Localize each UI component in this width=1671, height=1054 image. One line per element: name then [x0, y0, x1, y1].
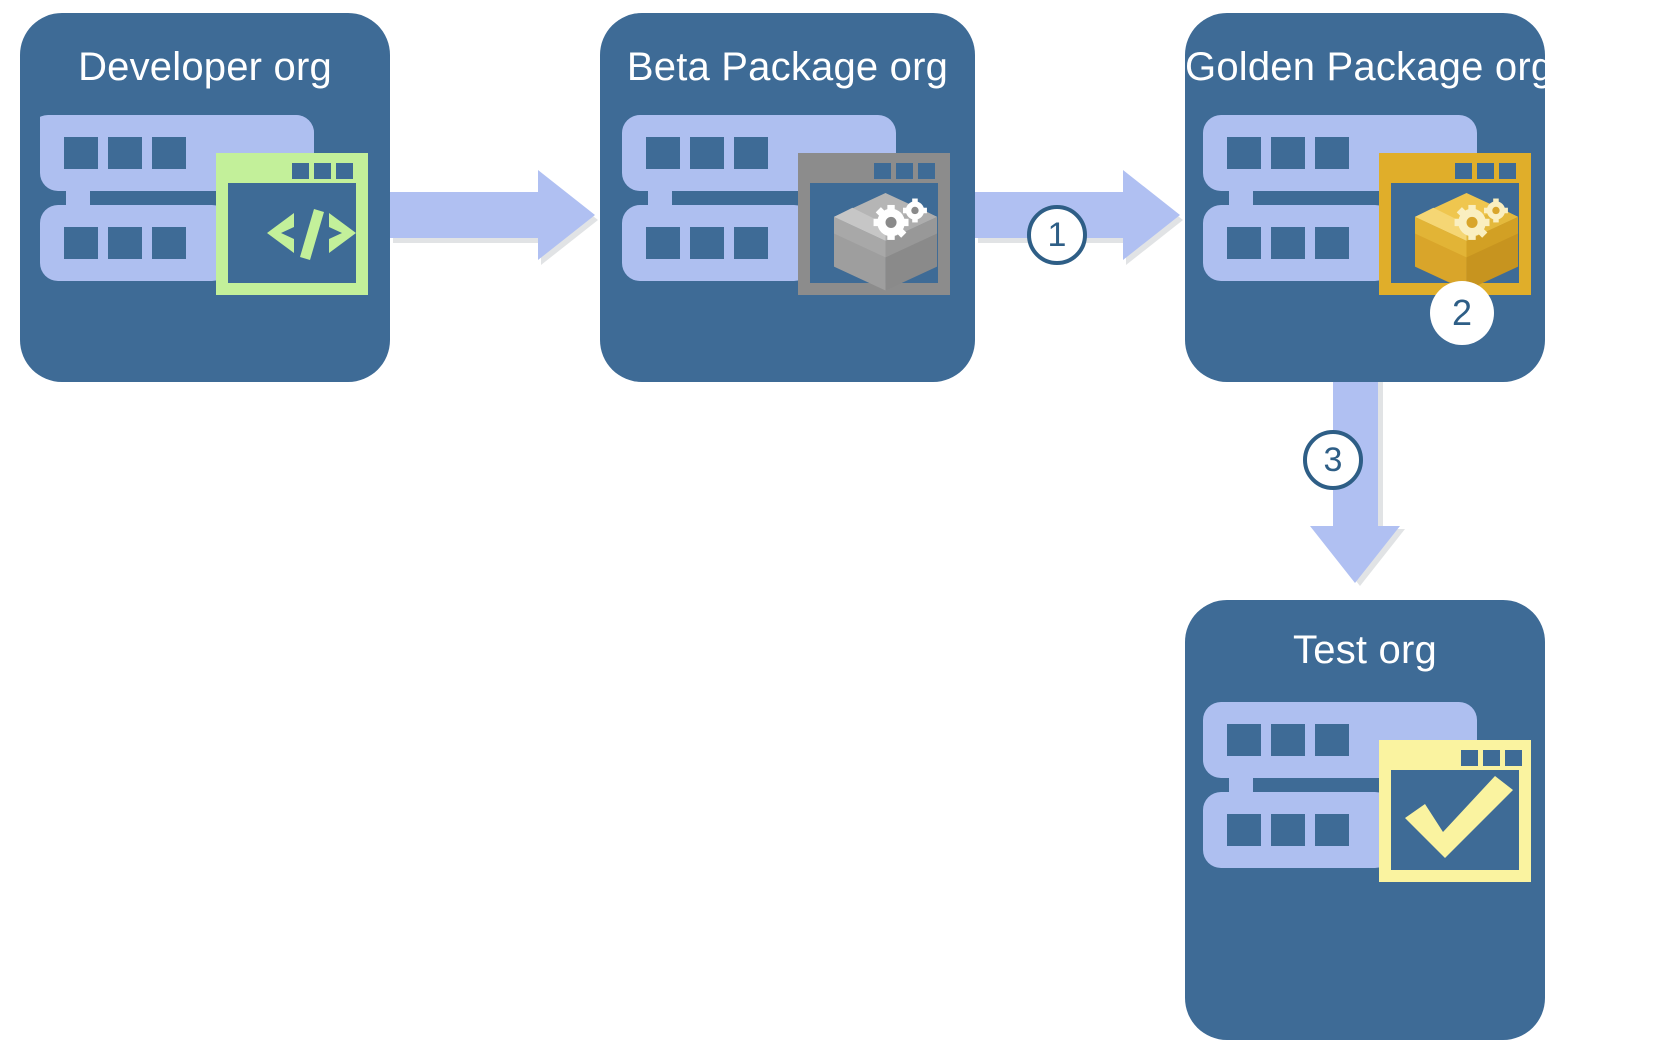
org-title-test-org: Test org	[1293, 628, 1437, 672]
diagram-canvas: Developer org Beta Package org Golden Pa…	[0, 0, 1671, 1054]
step-badge-3-label: 3	[1323, 440, 1343, 479]
step-badge-3: 3	[1303, 430, 1363, 490]
server-with-package-window-icon	[622, 105, 962, 305]
server-with-code-window-icon	[30, 105, 380, 305]
server-with-checkmark-window-icon	[1203, 692, 1548, 897]
step-badge-2-label: 2	[1451, 292, 1473, 333]
step-badge-2: 2	[1430, 281, 1494, 345]
server-with-golden-package-window-icon	[1203, 105, 1548, 305]
org-box-test-org[interactable]: Test org	[1185, 600, 1545, 1040]
step-badge-1: 1	[1027, 205, 1087, 265]
org-title-beta-package-org: Beta Package org	[626, 45, 949, 89]
org-title-developer-org: Developer org	[78, 45, 332, 89]
org-box-developer-org[interactable]: Developer org	[20, 13, 390, 382]
org-box-golden-package-org[interactable]: Golden Package org	[1185, 13, 1554, 382]
org-box-beta-package-org[interactable]: Beta Package org	[600, 13, 975, 382]
arrow-developer-to-beta	[390, 170, 598, 265]
org-title-golden-package-org: Golden Package org	[1185, 45, 1554, 89]
step-badge-1-label: 1	[1047, 215, 1067, 254]
